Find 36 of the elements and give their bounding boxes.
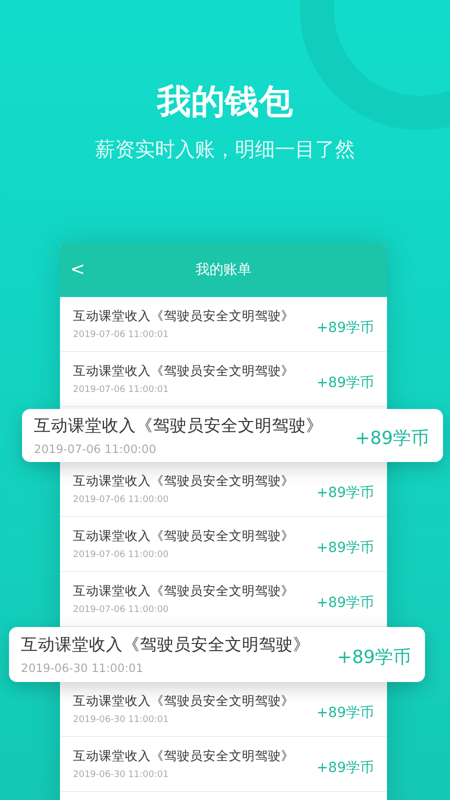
bill-row[interactable]: 互动课堂收入《驾驶员安全文明驾驶》 2019-06-30 11:00:01 +89学币: [60, 682, 387, 737]
bill-amount: +89学币: [316, 374, 374, 392]
headline: 我的钱包: [157, 81, 293, 124]
bill-time: 2019-06-30 11:00:01: [73, 714, 170, 726]
bill-amount: +89学币: [337, 646, 411, 670]
bill-row[interactable]: 互动课堂收入《驾驶员安全文明驾驶》 2019-07-06 11:00:01 +89学币: [60, 352, 387, 407]
bill-time: 2019-07-06 11:00:00: [73, 548, 170, 562]
bill-title: 互动课堂收入《驾驶员安全文明驾驶》: [73, 746, 294, 764]
tagline: 薪资实时入账，明细一目了然: [95, 136, 355, 163]
bill-title: 互动课堂收入《驾驶员安全文明驾驶》: [73, 306, 294, 324]
bill-amount: +89学币: [316, 594, 374, 612]
bill-title: 互动课堂收入《驾驶员安全文明驾驶》: [73, 582, 294, 600]
bill-title: 互动课堂收入《驾驶员安全文明驾驶》: [73, 526, 294, 544]
screen-title: 我的账单: [196, 260, 252, 280]
bill-amount: +89学币: [316, 484, 374, 502]
bill-time: 2019-07-06 11:00:00: [73, 604, 170, 616]
bill-row[interactable]: 互动课堂收入《驾驶员安全文明驾驶》 2019-07-06 11:00:00 +89学币: [60, 517, 387, 572]
bill-time: 2019-06-30 11:00:01: [73, 768, 170, 782]
bill-title: 互动课堂收入《驾驶员安全文明驾驶》: [73, 692, 294, 710]
bill-row[interactable]: 互动课堂收入《驾驶员安全文明驾驶》 2019-06-30 11:00:01 +89学币: [60, 737, 387, 792]
bill-row[interactable]: 互动课堂收入《驾驶员安全文明驾驶》 2019-07-06 11:00:00 +89学币: [60, 462, 387, 517]
bill-amount: +89学币: [316, 538, 374, 558]
bill-amount: +89学币: [316, 704, 374, 722]
bill-row[interactable]: 互动课堂收入《驾驶员安全文明驾驶》 2019-07-06 11:00:01 +89学币: [60, 297, 387, 352]
bill-title: 互动课堂收入《驾驶员安全文明驾驶》: [73, 472, 294, 490]
bill-time: 2019-07-06 11:00:00: [73, 494, 170, 506]
bill-title: 互动课堂收入《驾驶员安全文明驾驶》: [21, 634, 310, 656]
bill-title: 互动课堂收入《驾驶员安全文明驾驶》: [34, 414, 323, 436]
bill-amount: +89学币: [316, 758, 374, 778]
bill-amount: +89学币: [316, 318, 374, 338]
bill-time: 2019-07-06 11:00:01: [73, 384, 170, 396]
bill-amount: +89学币: [355, 427, 429, 451]
bill-time: 2019-06-30 11:00:01: [21, 660, 144, 676]
bill-title: 互动课堂收入《驾驶员安全文明驾驶》: [73, 362, 294, 380]
bill-time: 2019-07-06 11:00:00: [34, 440, 158, 456]
bill-time: 2019-07-06 11:00:01: [73, 328, 170, 342]
